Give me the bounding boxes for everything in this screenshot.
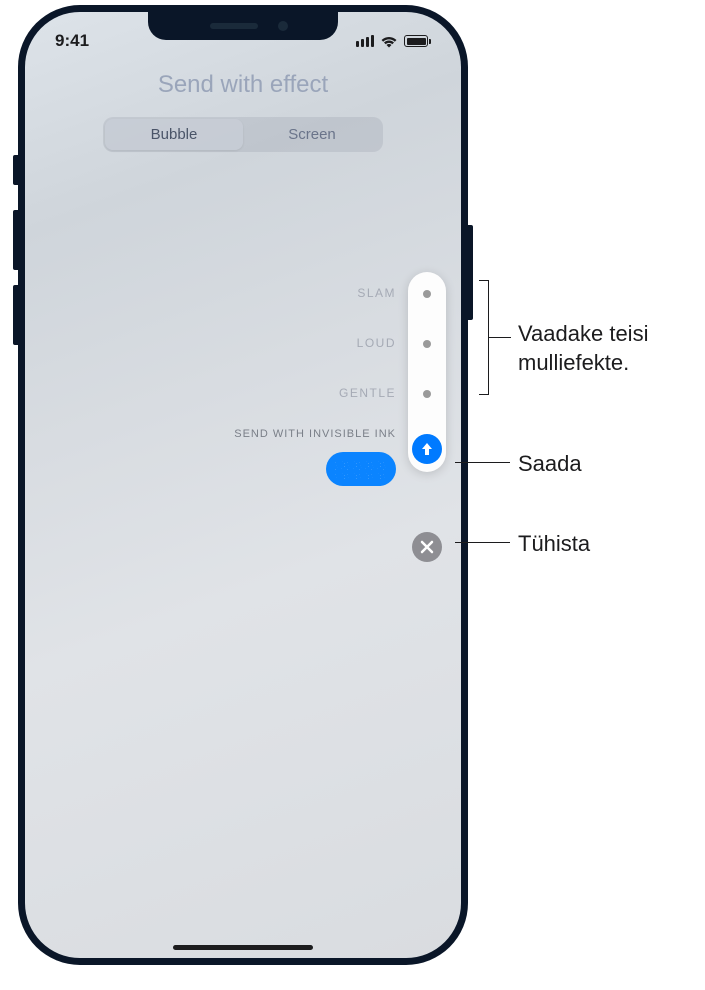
effect-pill	[408, 272, 446, 472]
effect-label-invisible-ink: SEND WITH INVISIBLE INK	[234, 428, 396, 440]
status-time: 9:41	[55, 31, 89, 51]
effect-label-slam: SLAM	[357, 286, 396, 300]
invisible-ink-noise	[334, 459, 388, 479]
callout-bracket	[479, 280, 489, 395]
callout-cancel: Tühista	[518, 530, 590, 559]
phone-screen: 9:41 Send with effect Bubble Screen	[25, 12, 461, 958]
notch	[148, 12, 338, 40]
callout-line-1	[489, 337, 511, 338]
home-indicator[interactable]	[173, 945, 313, 950]
effect-dot-loud[interactable]	[423, 340, 431, 348]
cellular-icon	[356, 35, 374, 47]
tab-bubble[interactable]: Bubble	[105, 119, 243, 150]
page-title: Send with effect	[45, 71, 441, 99]
message-bubble-preview	[326, 452, 396, 486]
cancel-button[interactable]	[412, 532, 442, 562]
effect-dot-gentle[interactable]	[423, 390, 431, 398]
speaker	[210, 23, 258, 29]
segmented-control: Bubble Screen	[103, 117, 383, 152]
send-button[interactable]	[412, 434, 442, 464]
callout-see-other-effects: Vaadake teisi mulliefekte.	[518, 320, 705, 377]
close-icon	[420, 540, 434, 554]
effect-dot-slam[interactable]	[423, 290, 431, 298]
tab-screen[interactable]: Screen	[243, 119, 381, 150]
callout-send: Saada	[518, 450, 582, 479]
side-button	[468, 225, 473, 320]
front-camera	[278, 21, 288, 31]
arrow-up-icon	[419, 441, 435, 457]
callout-line-2	[455, 462, 510, 463]
wifi-icon	[380, 35, 398, 48]
callout-line-3	[455, 542, 510, 543]
battery-icon	[404, 35, 431, 47]
effect-label-loud: LOUD	[357, 336, 396, 350]
effect-label-gentle: GENTLE	[339, 386, 396, 400]
phone-frame: 9:41 Send with effect Bubble Screen	[18, 5, 468, 965]
